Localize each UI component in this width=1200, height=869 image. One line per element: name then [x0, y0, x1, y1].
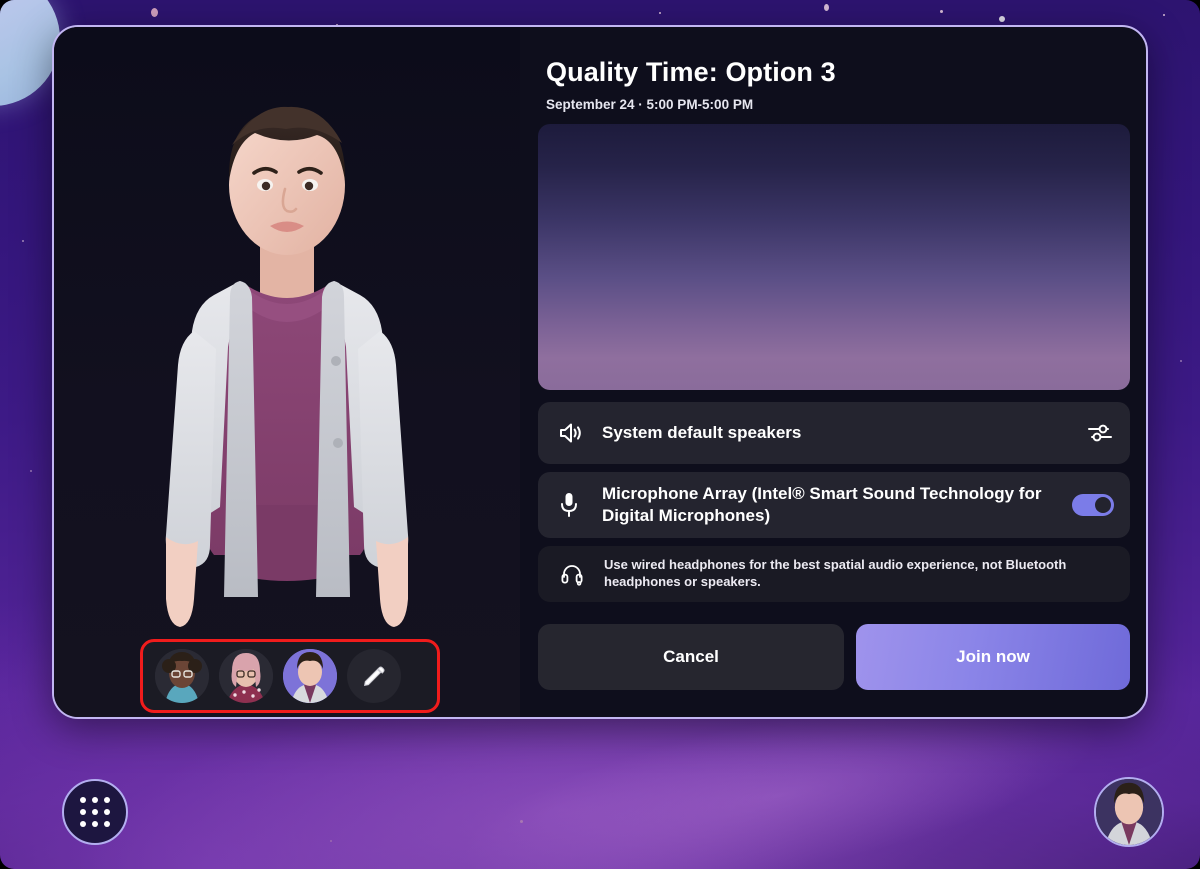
planet-decoration	[0, 0, 60, 106]
avatar-thumb-3-icon	[283, 649, 337, 703]
star-dot	[22, 240, 24, 242]
spatial-audio-hint-row: Use wired headphones for the best spatia…	[538, 546, 1130, 603]
dialog-actions: Cancel Join now	[538, 624, 1130, 691]
avatar-edit-button[interactable]	[347, 649, 401, 703]
meeting-datetime: September 24 · 5:00 PM-5:00 PM	[546, 97, 754, 113]
microphone-icon	[558, 491, 602, 519]
headset-icon	[560, 562, 604, 586]
join-dialog: Quality Time: Option 3 September 24 · 5:…	[52, 25, 1148, 719]
avatar-option-1[interactable]	[155, 649, 209, 703]
audio-settings-sliders-icon	[1088, 424, 1112, 442]
cancel-button[interactable]: Cancel	[538, 624, 844, 691]
meeting-detail-pane: Quality Time: Option 3 September 24 · 5:…	[520, 27, 1146, 717]
star-dot	[1163, 14, 1165, 16]
star-dot	[520, 820, 523, 823]
star-dot	[824, 4, 829, 11]
speaker-device-label: System default speakers	[602, 423, 802, 443]
app-launcher-button[interactable]	[62, 779, 128, 845]
avatar-thumb-1-icon	[155, 649, 209, 703]
microphone-device-label: Microphone Array (Intel® Smart Sound Tec…	[602, 484, 1042, 526]
app-grid-icon	[80, 797, 110, 827]
star-dot	[330, 840, 332, 842]
avatar-preview-pane	[54, 27, 520, 717]
star-dot	[659, 12, 661, 14]
star-dot	[151, 8, 158, 17]
audio-settings-button[interactable]	[1086, 421, 1114, 445]
microphone-device-row[interactable]: Microphone Array (Intel® Smart Sound Tec…	[538, 472, 1130, 539]
avatar-option-3[interactable]	[283, 649, 337, 703]
user-profile-avatar[interactable]	[1094, 777, 1164, 847]
meeting-scene-preview	[538, 124, 1130, 391]
speaker-icon	[558, 421, 602, 445]
microphone-toggle[interactable]	[1072, 494, 1114, 517]
star-dot	[940, 10, 943, 13]
avatar-3d-figure	[165, 106, 409, 627]
avatar-picker[interactable]	[140, 639, 440, 713]
meeting-header: Quality Time: Option 3 September 24 · 5:…	[520, 35, 1136, 124]
avatar-option-2[interactable]	[219, 649, 273, 703]
star-dot	[30, 470, 32, 472]
user-avatar-icon	[1096, 779, 1162, 845]
vr-meeting-join-screen: Quality Time: Option 3 September 24 · 5:…	[0, 0, 1200, 869]
speaker-device-row[interactable]: System default speakers	[538, 402, 1130, 465]
device-settings-list: System default speakers Microphone Array…	[538, 402, 1130, 610]
spatial-audio-hint-text: Use wired headphones for the best spatia…	[604, 557, 1067, 590]
star-dot	[1180, 360, 1182, 362]
star-dot	[999, 16, 1005, 22]
pencil-icon	[364, 666, 385, 686]
toggle-switch-on	[1072, 494, 1114, 517]
avatar-thumb-2-icon	[219, 649, 273, 703]
meeting-title: Quality Time: Option 3	[546, 57, 836, 87]
join-now-button[interactable]: Join now	[856, 624, 1130, 691]
